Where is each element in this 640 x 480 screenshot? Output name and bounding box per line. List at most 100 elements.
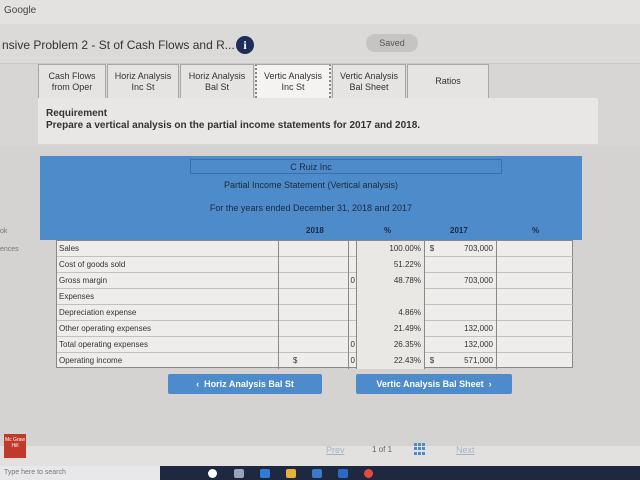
input-2018[interactable] <box>279 241 349 257</box>
tab-label: Vertic Analysis <box>263 71 323 82</box>
input-2018[interactable] <box>279 289 349 305</box>
table-row: Depreciation expense 4.86% <box>57 305 574 321</box>
chrome-icon[interactable] <box>364 469 373 478</box>
requirement-heading: Requirement <box>46 108 108 119</box>
input-pct-2017[interactable] <box>497 305 574 321</box>
title-bar: nsive Problem 2 - St of Cash Flows and R… <box>0 24 640 64</box>
tab-vertic-bal-sheet[interactable]: Vertic Analysis Bal Sheet <box>332 64 406 98</box>
table-row: Operating income $ 0 22.43% $ 571,000 <box>57 353 574 369</box>
dollar-2017 <box>425 321 439 337</box>
row-label: Gross margin <box>57 273 279 289</box>
zero-cell <box>349 305 357 321</box>
task-view-icon[interactable] <box>234 469 244 478</box>
prev-tab-button[interactable]: ‹ Horiz Analysis Bal St <box>168 374 322 394</box>
mcgraw-hill-logo: Mc Graw Hill <box>4 434 26 458</box>
zero-cell: 0 <box>349 353 357 369</box>
side-label-ences: ences <box>0 246 19 253</box>
page-indicator: 1 of 1 <box>372 445 393 454</box>
tab-horiz-bal-st[interactable]: Horiz Analysis Bal St <box>180 64 254 98</box>
input-pct-2017[interactable] <box>497 241 574 257</box>
zero-cell <box>349 241 357 257</box>
zero-cell <box>349 289 357 305</box>
tab-label: Horiz Analysis <box>188 71 246 82</box>
row-label: Sales <box>57 241 279 257</box>
dollar-2017 <box>425 273 439 289</box>
tab-label: Ratios <box>435 76 461 87</box>
input-pct-2017[interactable] <box>497 257 574 273</box>
value-2017: 132,000 <box>439 337 497 353</box>
prev-tab-label: Horiz Analysis Bal St <box>204 379 294 389</box>
input-pct-2017[interactable] <box>497 289 574 305</box>
table-row: Sales 100.00% $ 703,000 <box>57 241 574 257</box>
row-label: Expenses <box>57 289 279 305</box>
tab-label: Vertic Analysis <box>339 71 399 82</box>
dollar-2017 <box>425 289 439 305</box>
col-2018: 2018 <box>306 226 324 235</box>
saved-badge: Saved <box>366 34 418 52</box>
next-tab-label: Vertic Analysis Bal Sheet <box>376 379 484 389</box>
next-tab-button[interactable]: Vertic Analysis Bal Sheet › <box>356 374 512 394</box>
assignment-title: nsive Problem 2 - St of Cash Flows and R… <box>2 38 235 52</box>
pct-2018: 48.78% <box>357 273 425 289</box>
browser-label: Google <box>4 5 37 16</box>
row-label: Depreciation expense <box>57 305 279 321</box>
tab-label: Bal St <box>204 81 229 92</box>
folder-icon[interactable] <box>286 469 296 478</box>
tab-bar: Cash Flows from Oper Horiz Analysis Inc St… <box>38 64 490 98</box>
pct-2018 <box>357 289 425 305</box>
dollar-2017 <box>425 305 439 321</box>
col-2017: 2017 <box>450 226 468 235</box>
pct-2018: 4.86% <box>357 305 425 321</box>
grid-icon[interactable] <box>414 443 426 455</box>
company-name: C Ruiz Inc <box>290 162 332 172</box>
statement-title: Partial Income Statement (Vertical analy… <box>223 180 399 190</box>
statement-period: For the years ended December 31, 2018 an… <box>209 203 413 213</box>
requirement-text: Prepare a vertical analysis on the parti… <box>46 120 421 131</box>
col-pct-2018: % <box>384 226 392 235</box>
value-2017[interactable] <box>439 257 497 273</box>
input-pct-2017[interactable] <box>497 337 574 353</box>
input-pct-2017[interactable] <box>497 321 574 337</box>
value-2017: 571,000 <box>439 353 497 369</box>
col-pct-2017: % <box>532 226 540 235</box>
pct-2018: 21.49% <box>357 321 425 337</box>
tab-vertic-inc-st[interactable]: Vertic Analysis Inc St <box>255 64 331 98</box>
side-label-ok: ok <box>0 228 8 235</box>
input-pct-2017[interactable] <box>497 353 574 369</box>
dollar-2018: $ <box>293 356 298 365</box>
dollar-2017: $ <box>429 356 435 365</box>
cortana-icon[interactable] <box>208 469 217 478</box>
next-link[interactable]: Next <box>456 445 475 455</box>
input-2018[interactable] <box>279 321 349 337</box>
value-2017[interactable] <box>439 289 497 305</box>
taskbar-search-input[interactable]: Type here to search <box>0 466 160 480</box>
prev-link[interactable]: Prev <box>326 445 345 455</box>
input-2018[interactable] <box>279 305 349 321</box>
tab-cash-flows[interactable]: Cash Flows from Oper <box>38 64 106 98</box>
input-2018[interactable] <box>279 257 349 273</box>
input-2018[interactable] <box>279 273 349 289</box>
input-pct-2017[interactable] <box>497 273 574 289</box>
table-row: Other operating expenses 21.49% 132,000 <box>57 321 574 337</box>
chevron-left-icon: ‹ <box>196 379 200 389</box>
dollar-2017 <box>425 337 439 353</box>
footer-bar <box>0 446 640 466</box>
tab-label: Cash Flows <box>48 71 96 82</box>
edge-icon[interactable] <box>260 469 270 478</box>
mail-icon[interactable] <box>338 469 348 478</box>
store-icon[interactable] <box>312 469 322 478</box>
chevron-right-icon: › <box>488 379 492 389</box>
statement-table: Sales 100.00% $ 703,000 Cost of goods so… <box>56 240 574 369</box>
input-2018[interactable] <box>279 337 349 353</box>
table-row: Cost of goods sold 51.22% <box>57 257 574 273</box>
tab-label: Inc St <box>281 81 305 92</box>
value-2017[interactable] <box>439 305 497 321</box>
table-row: Expenses <box>57 289 574 305</box>
browser-bar: Google <box>0 0 640 24</box>
tab-horiz-inc-st[interactable]: Horiz Analysis Inc St <box>107 64 179 98</box>
tab-label: from Oper <box>51 81 93 92</box>
statement-header: C Ruiz Inc Partial Income Statement (Ver… <box>40 156 582 240</box>
pct-2018: 26.35% <box>357 337 425 353</box>
tab-ratios[interactable]: Ratios <box>407 64 489 98</box>
info-icon[interactable]: i <box>236 36 254 54</box>
